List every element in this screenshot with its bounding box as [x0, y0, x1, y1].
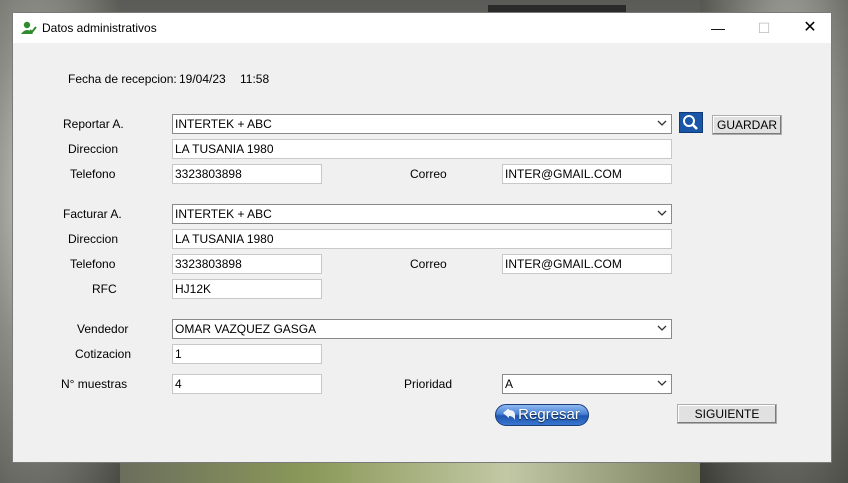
reportar-label: Reportar A. — [63, 117, 124, 131]
search-icon — [683, 115, 698, 130]
facturar-telefono-input[interactable]: 3323803898 — [172, 254, 322, 274]
chevron-down-icon — [657, 325, 667, 331]
datos-administrativos-window: Datos administrativos — ☐ ✕ Fecha de rec… — [12, 12, 832, 463]
facturar-select[interactable]: INTERTEK + ABC — [172, 204, 672, 224]
fecha-recepcion-label: Fecha de recepcion: — [68, 72, 177, 86]
prioridad-select[interactable]: A — [502, 374, 672, 394]
close-icon[interactable]: ✕ — [787, 13, 833, 43]
facturar-telefono-label: Telefono — [70, 257, 116, 271]
chevron-down-icon — [657, 120, 667, 126]
vendedor-label: Vendedor — [77, 322, 129, 336]
facturar-label: Facturar A. — [63, 207, 122, 221]
search-button[interactable] — [679, 112, 703, 133]
siguiente-button[interactable]: SIGUIENTE — [677, 404, 777, 424]
facturar-correo-label: Correo — [410, 257, 447, 271]
chevron-down-icon — [657, 210, 667, 216]
vendedor-select[interactable]: OMAR VAZQUEZ GASGA — [172, 319, 672, 339]
muestras-input[interactable]: 4 — [172, 374, 322, 394]
muestras-label: N° muestras — [61, 377, 128, 391]
reportar-direccion-input[interactable]: LA TUSANIA 1980 — [172, 139, 672, 159]
guardar-button[interactable]: GUARDAR — [712, 115, 782, 135]
chevron-down-icon — [657, 380, 667, 386]
reportar-direccion-label: Direccion — [68, 142, 119, 156]
reportar-telefono-input[interactable]: 3323803898 — [172, 164, 322, 184]
vendedor-select-value: OMAR VAZQUEZ GASGA — [175, 322, 317, 336]
facturar-direccion-input[interactable]: LA TUSANIA 1980 — [172, 229, 672, 249]
app-user-icon — [21, 21, 37, 34]
reportar-select[interactable]: INTERTEK + ABC — [172, 114, 672, 134]
facturar-correo-input[interactable]: INTER@GMAIL.COM — [502, 254, 672, 274]
rfc-label: RFC — [92, 282, 117, 296]
regresar-label: Regresar — [518, 406, 580, 423]
maximize-icon[interactable]: ☐ — [741, 13, 787, 43]
title-bar: Datos administrativos — ☐ ✕ — [13, 13, 831, 43]
reportar-select-value: INTERTEK + ABC — [175, 117, 272, 131]
cotizacion-input[interactable]: 1 — [172, 344, 322, 364]
facturar-select-value: INTERTEK + ABC — [175, 207, 272, 221]
reportar-telefono-label: Telefono — [70, 167, 116, 181]
cotizacion-label: Cotizacion — [75, 347, 132, 361]
rfc-input[interactable]: HJ12K — [172, 279, 322, 299]
back-arrow-icon — [503, 409, 515, 420]
fecha-recepcion-date: 19/04/23 — [179, 72, 226, 86]
minimize-icon[interactable]: — — [695, 13, 741, 43]
prioridad-label: Prioridad — [404, 377, 453, 391]
reportar-correo-input[interactable]: INTER@GMAIL.COM — [502, 164, 672, 184]
reportar-correo-label: Correo — [410, 167, 447, 181]
regresar-button[interactable]: Regresar — [495, 404, 589, 426]
prioridad-select-value: A — [505, 377, 514, 391]
window-title: Datos administrativos — [42, 21, 157, 35]
facturar-direccion-label: Direccion — [68, 232, 119, 246]
fecha-recepcion-time: 11:58 — [240, 72, 270, 86]
